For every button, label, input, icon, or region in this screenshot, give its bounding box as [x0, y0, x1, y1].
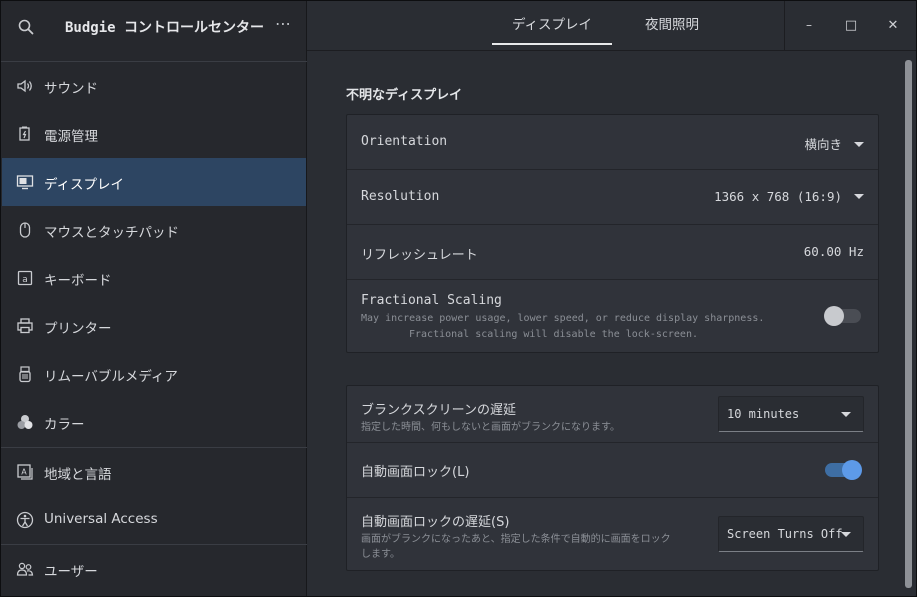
app-title: Budgie コントロールセンター [65, 20, 265, 36]
tab-display[interactable]: ディスプレイ [492, 1, 612, 45]
auto-lock-switch[interactable] [825, 460, 862, 480]
display-name-heading: 不明なディスプレイ [346, 88, 463, 103]
refresh-rate-value: 60.00 Hz [803, 244, 864, 259]
tab-night-light[interactable]: 夜間照明 [622, 1, 722, 45]
lock-delay-desc: 画面がブランクになったあと、指定した条件で自動的に画面をロック [361, 534, 671, 545]
maximize-button[interactable]: □ [841, 15, 861, 35]
power-icon [19, 126, 30, 141]
dropdown-arrow-icon [841, 532, 851, 537]
region-language-icon: A [17, 464, 33, 480]
svg-text:A: A [21, 468, 27, 477]
fractional-scaling-switch[interactable] [824, 306, 861, 326]
auto-lock-label: 自動画面ロック(L) [361, 465, 470, 480]
header-bar: ディスプレイ 夜間照明 – □ ✕ [307, 1, 916, 51]
resolution-row[interactable]: Resolution 1366 x 768 (16:9) [347, 170, 878, 225]
header-divider [784, 1, 785, 51]
blank-screen-value: 10 minutes [727, 407, 800, 421]
resolution-label: Resolution [361, 189, 440, 204]
accessibility-icon [16, 511, 34, 529]
resolution-value: 1366 x 768 (16:9) [714, 189, 842, 204]
switch-knob [824, 306, 844, 326]
fractional-scaling-label: Fractional Scaling [361, 293, 502, 308]
switch-knob [842, 460, 862, 480]
fractional-scaling-desc: May increase power usage, lower speed, o… [361, 313, 765, 324]
users-icon [16, 562, 34, 576]
refresh-rate-label: リフレッシュレート [361, 248, 478, 263]
sidebar-item-display[interactable]: ディスプレイ [2, 158, 306, 206]
speaker-icon [17, 79, 32, 93]
sidebar-item-label: 電源管理 [44, 129, 98, 145]
blank-screen-dropdown[interactable]: 10 minutes [718, 396, 864, 432]
maximize-icon: □ [844, 17, 858, 33]
settings-window: Budgie コントロールセンター ⋯ サウンド 電源管理 ディスプレイ マウス… [0, 0, 917, 597]
sidebar: Budgie コントロールセンター ⋯ サウンド 電源管理 ディスプレイ マウス… [1, 1, 307, 596]
sidebar-item-label: Universal Access [44, 511, 158, 527]
screen-lock-card: ブランクスクリーンの遅延 指定した時間、何もしないと画面がブランクになります。 … [346, 385, 879, 571]
display-icon [16, 175, 34, 190]
search-icon[interactable] [17, 18, 35, 36]
resolution-dropdown[interactable]: 1366 x 768 (16:9) [714, 189, 864, 204]
minimize-button[interactable]: – [799, 15, 819, 35]
orientation-value: 横向き [804, 137, 842, 152]
lock-delay-label: 自動画面ロックの遅延(S) [361, 515, 510, 530]
auto-lock-row: 自動画面ロック(L) [347, 443, 878, 498]
orientation-dropdown[interactable]: 横向き [804, 134, 864, 153]
orientation-label: Orientation [361, 134, 448, 149]
sidebar-item-power[interactable]: 電源管理 [2, 110, 306, 158]
sidebar-item-sound[interactable]: サウンド [2, 62, 306, 110]
scrollbar[interactable] [905, 60, 912, 588]
fractional-scaling-desc: Fractional scaling will disable the lock… [409, 329, 698, 340]
printer-icon [17, 318, 33, 334]
sidebar-item-label: サウンド [44, 81, 98, 97]
sidebar-item-removable-media[interactable]: リムーバブルメディア [2, 350, 306, 398]
refresh-rate-row: リフレッシュレート 60.00 Hz [347, 225, 878, 280]
sidebar-item-label: リムーバブルメディア [44, 369, 178, 385]
sidebar-item-region-language[interactable]: A 地域と言語 [2, 448, 306, 496]
sidebar-header: Budgie コントロールセンター ⋯ [1, 1, 307, 51]
lock-delay-value: Screen Turns Off [727, 527, 843, 541]
blank-screen-label: ブランクスクリーンの遅延 [361, 403, 516, 418]
sidebar-item-label: ユーザー [44, 564, 98, 580]
sidebar-item-universal-access[interactable]: Universal Access [2, 496, 306, 544]
sidebar-item-color[interactable]: カラー [2, 398, 306, 446]
sidebar-item-mouse[interactable]: マウスとタッチパッド [2, 206, 306, 254]
dropdown-arrow-icon [841, 412, 851, 417]
close-button[interactable]: ✕ [883, 15, 903, 35]
blank-screen-row: ブランクスクリーンの遅延 指定した時間、何もしないと画面がブランクになります。 … [347, 386, 878, 443]
sidebar-item-label: 地域と言語 [44, 467, 112, 483]
blank-screen-desc: 指定した時間、何もしないと画面がブランクになります。 [361, 422, 620, 433]
color-icon [17, 415, 33, 429]
sidebar-item-users[interactable]: ユーザー [2, 545, 306, 593]
sidebar-item-printer[interactable]: プリンター [2, 302, 306, 350]
sidebar-item-keyboard[interactable]: a キーボード [2, 254, 306, 302]
tab-label: 夜間照明 [645, 17, 699, 33]
lock-delay-row: 自動画面ロックの遅延(S) 画面がブランクになったあと、指定した条件で自動的に画… [347, 498, 878, 570]
more-options-icon[interactable]: ⋯ [275, 14, 292, 33]
display-settings-panel: 不明なディスプレイ Orientation 横向き Resolution 136… [307, 52, 916, 596]
lock-delay-dropdown[interactable]: Screen Turns Off [718, 516, 864, 552]
mouse-icon [19, 222, 31, 238]
lock-delay-desc: します。 [361, 549, 400, 560]
sidebar-item-label: マウスとタッチパッド [44, 225, 179, 241]
sidebar-item-label: プリンター [44, 321, 112, 337]
dropdown-arrow-icon [854, 194, 864, 199]
sidebar-item-label: ディスプレイ [44, 177, 125, 193]
tab-label: ディスプレイ [511, 17, 593, 33]
sidebar-item-label: キーボード [44, 273, 112, 289]
sidebar-item-label: カラー [44, 417, 85, 433]
dropdown-arrow-icon [854, 142, 864, 147]
fractional-scaling-row: Fractional Scaling May increase power us… [347, 280, 878, 352]
minimize-icon: – [806, 18, 812, 32]
orientation-row[interactable]: Orientation 横向き [347, 115, 878, 170]
display-settings-card: Orientation 横向き Resolution 1366 x 768 (1… [346, 114, 879, 353]
svg-text:a: a [22, 275, 28, 285]
removable-media-icon [19, 366, 31, 383]
keyboard-icon: a [17, 270, 33, 286]
close-icon: ✕ [887, 17, 899, 33]
